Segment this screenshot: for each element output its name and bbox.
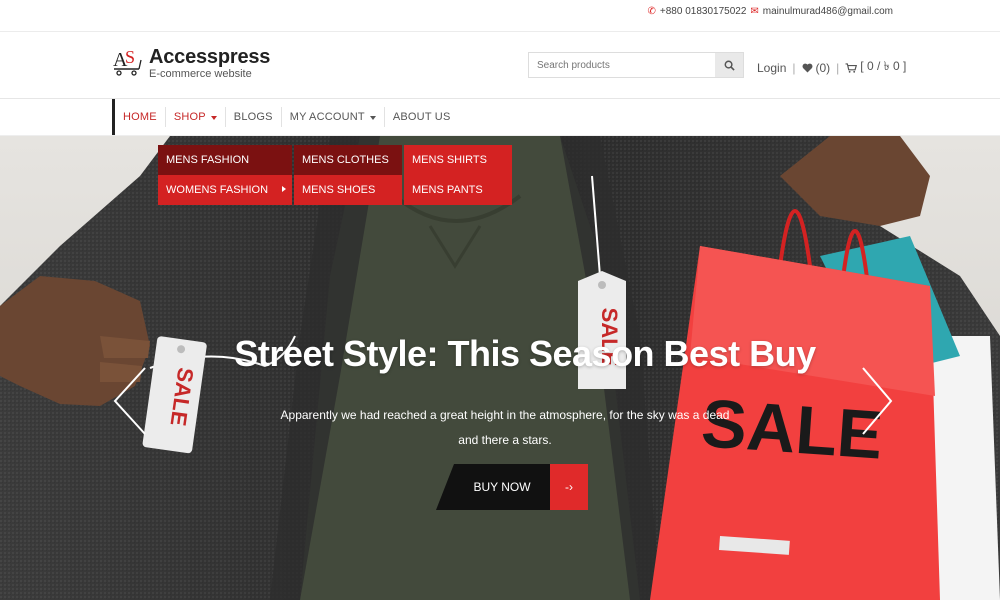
- nav-my-account[interactable]: MY ACCOUNT: [282, 99, 384, 135]
- slider-next-button[interactable]: [858, 366, 898, 436]
- wishlist-link[interactable]: (0): [802, 61, 831, 75]
- caret-down-icon: [369, 115, 376, 120]
- dropdown-item-mens-pants[interactable]: MENS PANTS: [404, 175, 512, 205]
- site-header: A S Accesspress E-commerce website Login…: [0, 32, 1000, 99]
- slider-prev-button[interactable]: [112, 366, 152, 436]
- search-button[interactable]: [715, 53, 743, 77]
- cart-link[interactable]: [ 0 / ৳ 0 ]: [845, 58, 906, 78]
- shop-dropdown: MENS FASHION WOMENS FASHION: [158, 145, 292, 205]
- dropdown-item-mens-fashion[interactable]: MENS FASHION: [158, 145, 292, 175]
- phone-number[interactable]: +880 01830175022: [660, 6, 746, 17]
- dropdown-item-womens-fashion[interactable]: WOMENS FASHION: [158, 175, 292, 205]
- logo-mark-icon: A S: [112, 46, 142, 76]
- site-logo[interactable]: A S Accesspress E-commerce website: [112, 46, 270, 81]
- dropdown-item-mens-shirts[interactable]: MENS SHIRTS: [404, 145, 512, 175]
- buy-now-button[interactable]: BUY NOW: [436, 464, 550, 510]
- buy-now-cta[interactable]: BUY NOW -›: [436, 464, 588, 510]
- dropdown-item-label: WOMENS FASHION: [166, 184, 269, 196]
- search-icon: [724, 60, 735, 71]
- hero-title: Street Style: This Season Best Buy: [234, 333, 816, 374]
- dropdown-item-label: MENS FASHION: [166, 154, 250, 166]
- site-tagline: E-commerce website: [149, 68, 252, 80]
- divider: |: [836, 61, 840, 75]
- main-nav: HOME SHOP BLOGS MY ACCOUNT ABOUT US: [0, 99, 1000, 136]
- heart-icon: [802, 63, 812, 73]
- dropdown-item-mens-clothes[interactable]: MENS CLOTHES: [294, 145, 402, 175]
- dropdown-item-label: MENS SHOES: [302, 184, 376, 196]
- svg-text:S: S: [125, 47, 135, 67]
- hero-slider: SALE SALE SALE Street Style: This Season…: [0, 136, 1000, 600]
- dropdown-item-mens-shoes[interactable]: MENS SHOES: [294, 175, 402, 205]
- wishlist-count: (0): [815, 61, 831, 75]
- email-address[interactable]: mainulmurad486@gmail.com: [763, 6, 893, 17]
- site-title: Accesspress: [149, 46, 271, 68]
- caret-right-icon: [282, 186, 286, 192]
- nav-my-account-label: MY ACCOUNT: [289, 111, 365, 123]
- divider: |: [792, 61, 796, 75]
- nav-about-us-label: ABOUT US: [392, 111, 451, 123]
- chevron-right-icon: [862, 367, 893, 435]
- dropdown-item-label: MENS PANTS: [412, 184, 483, 196]
- search-box: [528, 52, 744, 78]
- nav-shop-label: SHOP: [173, 111, 206, 123]
- login-link[interactable]: Login: [757, 61, 786, 75]
- dropdown-item-label: MENS CLOTHES: [302, 154, 389, 166]
- search-input[interactable]: [529, 53, 716, 77]
- nav-home-label: HOME: [123, 111, 157, 123]
- arrow-right-icon[interactable]: -›: [550, 464, 588, 510]
- mens-clothes-submenu: MENS SHIRTS MENS PANTS: [404, 145, 512, 205]
- dropdown-item-label: MENS SHIRTS: [412, 154, 487, 166]
- mens-fashion-submenu: MENS CLOTHES MENS SHOES: [294, 145, 402, 205]
- phone-icon: ✆: [647, 6, 656, 17]
- nav-shop[interactable]: SHOP: [166, 99, 225, 135]
- caret-down-icon: [210, 115, 217, 120]
- nav-blogs-label: BLOGS: [233, 111, 273, 123]
- envelope-icon: ✉: [750, 6, 759, 17]
- chevron-left-icon: [113, 367, 146, 435]
- cart-summary: [ 0 / ৳ 0 ]: [860, 59, 907, 73]
- cart-icon: [845, 63, 858, 73]
- nav-home[interactable]: HOME: [115, 99, 165, 135]
- hero-description: Apparently we had reached a great height…: [280, 408, 730, 447]
- header-links: Login | (0) | [ 0 / ৳ 0 ]: [757, 58, 906, 78]
- nav-about-us[interactable]: ABOUT US: [385, 99, 459, 135]
- top-bar: ✆ +880 01830175022 ✉ mainulmurad486@gmai…: [0, 0, 1000, 32]
- nav-blogs[interactable]: BLOGS: [226, 99, 281, 135]
- contact-info: ✆ +880 01830175022 ✉ mainulmurad486@gmai…: [648, 6, 893, 17]
